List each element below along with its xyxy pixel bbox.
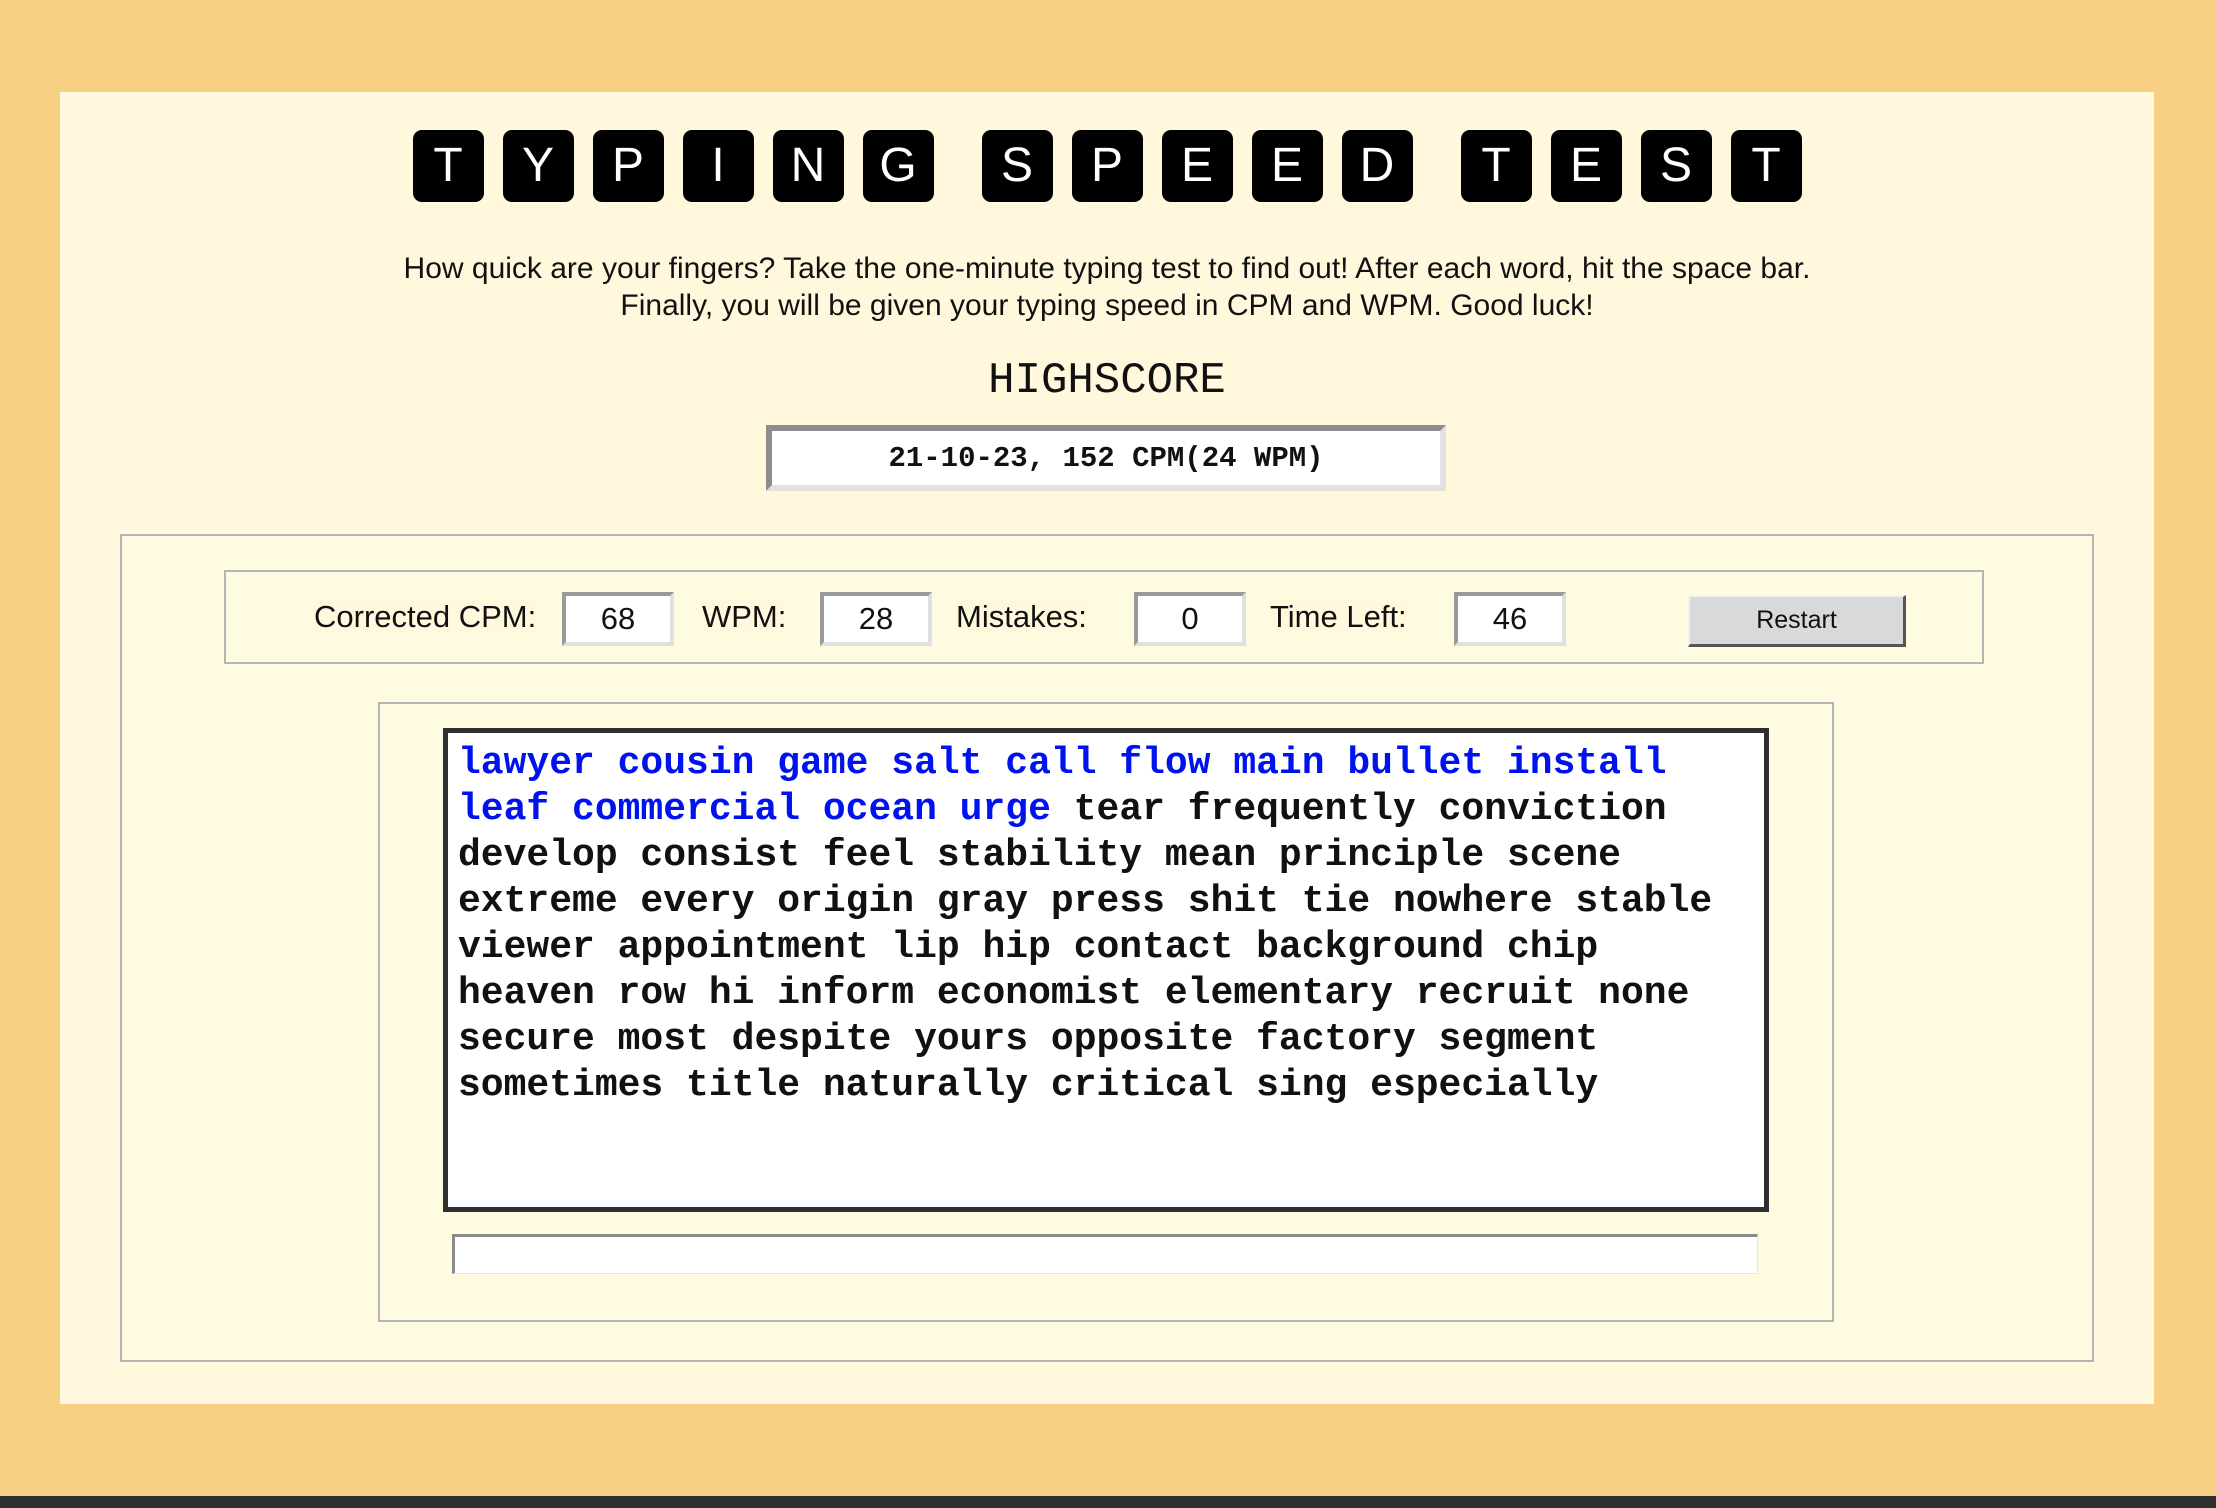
title-letter: S [981,130,1053,202]
stats-bar: Corrected CPM: 68 WPM: 28 Mistakes: 0 Ti… [224,570,1984,664]
typing-input[interactable] [452,1234,1758,1274]
title-letter: T [412,130,484,202]
wpm-label: WPM: [702,599,787,634]
mistakes-value: 0 [1134,592,1246,646]
typing-area: lawyer cousin game salt call flow main b… [378,702,1834,1322]
intro-text: How quick are your fingers? Take the one… [60,250,2154,324]
time-left-label: Time Left: [1270,599,1407,634]
cpm-value: 68 [562,592,674,646]
title-letter: N [772,130,844,202]
dock-edge [0,1496,2216,1508]
wpm-value: 28 [820,592,932,646]
time-left-value: 46 [1454,592,1566,646]
title-letter: D [1341,130,1413,202]
title-letter: P [592,130,664,202]
title-word-typing: T Y P I N G [412,130,934,208]
title-letter: T [1730,130,1802,202]
test-panel: Corrected CPM: 68 WPM: 28 Mistakes: 0 Ti… [120,534,2094,1362]
highscore-label: HIGHSCORE [988,356,1226,406]
cpm-label: Corrected CPM: [314,599,537,634]
intro-line-2: Finally, you will be given your typing s… [620,289,1594,322]
mistakes-label: Mistakes: [956,599,1087,634]
title-letter: T [1460,130,1532,202]
title-letter: E [1251,130,1323,202]
word-list: lawyer cousin game salt call flow main b… [443,728,1769,1212]
title-word-test: T E S T [1460,130,1802,208]
title-letter: E [1161,130,1233,202]
title-word-speed: S P E E D [981,130,1413,208]
title-letter: G [862,130,934,202]
title-letter: S [1640,130,1712,202]
title-letter: P [1071,130,1143,202]
highscore-value: 21-10-23, 152 CPM(24 WPM) [766,425,1446,491]
title-letter: E [1550,130,1622,202]
title-letter: Y [502,130,574,202]
title-letter: I [682,130,754,202]
page-title: T Y P I N G S P E E D T E S T [60,130,2154,208]
intro-line-1: How quick are your fingers? Take the one… [403,252,1811,285]
remaining-words: tear frequently conviction develop consi… [458,788,1736,1107]
restart-button[interactable]: Restart [1688,595,1906,647]
page-container: T Y P I N G S P E E D T E S T How quick … [60,92,2154,1404]
